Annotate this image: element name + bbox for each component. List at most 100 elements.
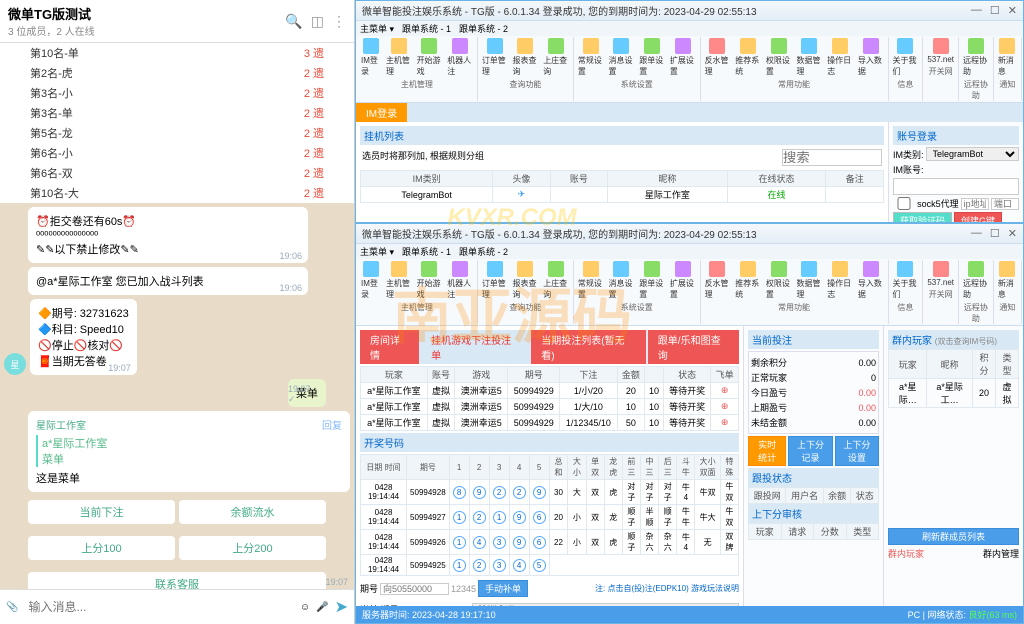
close-icon[interactable]: ✕ xyxy=(1008,4,1017,17)
toolbar: IM登录 主机管理 开始游戏 机器人注 主机管理 订单管理 报表查询 上庄查询 … xyxy=(356,259,1023,326)
chat-message-own: 菜单 19:07 ✓ xyxy=(288,379,326,407)
list-header: 挂机列表 xyxy=(360,126,884,145)
reply-card: 星际工作室回复 a*星际工作室 菜单 这是菜单 19:07 xyxy=(28,411,350,492)
tab-im-login[interactable]: IM登录 xyxy=(356,103,407,122)
menu-follow2[interactable]: 跟单系统 - 2 xyxy=(459,22,508,35)
tool-order[interactable]: 订单管理 xyxy=(480,37,510,78)
realtime-stats-button[interactable]: 实时统计 xyxy=(748,436,786,466)
telegram-icon: ✈ xyxy=(518,189,526,199)
tool-report[interactable]: 报表查询 xyxy=(511,37,541,78)
period-input[interactable] xyxy=(380,583,449,595)
topup-200-button[interactable]: 上分200 xyxy=(179,536,326,560)
titlebar: 微单智能投注娱乐系统 - TG版 - 6.0.1.34 登录成功, 您的到期时间… xyxy=(356,224,1023,244)
tool-normal-set[interactable]: 常规设置 xyxy=(576,37,606,78)
group-sidebar: 群内玩家 (双击查询IM号码) 玩家昵称积分类型 a*星际…a*星际工…20虚拟… xyxy=(883,326,1023,606)
tab-current[interactable]: 当期投注列表(暂无看) xyxy=(531,330,646,364)
socks5-checkbox[interactable] xyxy=(893,197,915,210)
emoji-icon[interactable]: ☺ xyxy=(300,602,310,613)
topup-100-button[interactable]: 上分100 xyxy=(28,536,175,560)
tool-banker[interactable]: 上庄查询 xyxy=(541,37,571,78)
search-icon[interactable]: 🔍 xyxy=(285,13,302,30)
sidebar-icon[interactable]: ◫ xyxy=(311,13,324,30)
table-row[interactable]: 0428 19:14:445099492512345 xyxy=(361,555,739,576)
updown-set-button[interactable]: 上下分设置 xyxy=(835,436,879,466)
lottery-table: 日期 时间期号12345总和大小单双龙虎前三中三后三斗牛大小 双面特殊 0428… xyxy=(360,454,739,576)
tool-robot[interactable]: 机器人注 xyxy=(445,37,475,78)
updown-record-button[interactable]: 上下分记录 xyxy=(788,436,832,466)
chat-header: 微单TG版测试 3 位成员，2 人在线 🔍 ◫ ⋮ xyxy=(0,0,354,43)
maximize-icon[interactable]: ☐ xyxy=(990,4,1000,17)
chat-input-area: 📎 ☺ 🎤 ➤ xyxy=(0,589,354,624)
close-icon[interactable]: ✕ xyxy=(1008,227,1017,240)
ranking-list: 第10名-单3 遗 第2名-虎2 遗 第3名-小2 遗 第3名-单2 遗 第5名… xyxy=(0,43,354,203)
chat-subtitle: 3 位成员，2 人在线 xyxy=(8,23,95,38)
maximize-icon[interactable]: ☐ xyxy=(990,227,1000,240)
im-type-select[interactable]: TelegramBot xyxy=(926,147,1020,161)
avatar-icon[interactable]: 星 xyxy=(4,353,26,375)
send-icon[interactable]: ➤ xyxy=(335,597,348,617)
balance-button[interactable]: 余额流水 xyxy=(179,500,326,524)
tool-start[interactable]: 开始游戏 xyxy=(415,37,445,78)
bet-current-button[interactable]: 当前下注 xyxy=(28,500,175,524)
host-table: IM类别头像账号昵称在线状态备注 TelegramBot✈星际工作室在线 xyxy=(360,170,884,203)
chat-message: @a*星际工作室 您已加入战斗列表 19:06 xyxy=(28,267,308,295)
minimize-icon[interactable]: — xyxy=(971,4,982,17)
tab-room[interactable]: 房间详情 xyxy=(360,330,419,364)
tool-msg-set[interactable]: 消息设置 xyxy=(607,37,637,78)
table-row[interactable]: a*星际工作室虚拟澳洲幸运5509949291/大/101010等待开奖⊕ xyxy=(361,399,739,415)
app-window-1: 微单智能投注娱乐系统 - TG版 - 6.0.1.34 登录成功, 您的到期时间… xyxy=(355,0,1024,223)
get-code-button[interactable]: 获取验证码 xyxy=(893,212,952,222)
im-account-input[interactable] xyxy=(893,178,1019,195)
titlebar: 微单智能投注娱乐系统 - TG版 - 6.0.1.34 登录成功, 您的到期时间… xyxy=(356,1,1023,21)
more-icon[interactable]: ⋮ xyxy=(332,13,346,30)
chat-panel: 微单TG版测试 3 位成员，2 人在线 🔍 ◫ ⋮ 第10名-单3 遗 第2名-… xyxy=(0,0,355,624)
tool-recommend[interactable]: 推荐系统 xyxy=(733,37,763,78)
manual-fill-button[interactable]: 手动补单 xyxy=(478,580,528,597)
tool-host[interactable]: 主机管理 xyxy=(384,37,414,78)
port-input[interactable] xyxy=(991,198,1019,210)
voice-icon[interactable]: 🎤 xyxy=(316,602,328,613)
table-row[interactable]: a*星际…a*星际工…20虚拟 xyxy=(889,379,1019,408)
tool-follow-set[interactable]: 跟单设置 xyxy=(637,37,667,78)
tool-data[interactable]: 数据管理 xyxy=(795,37,825,78)
tool-rebate[interactable]: 反水管理 xyxy=(703,37,733,78)
right-panel: 微单智能投注娱乐系统 - TG版 - 6.0.1.34 登录成功, 您的到期时间… xyxy=(355,0,1024,624)
tool-switch[interactable]: 537.net xyxy=(925,37,956,65)
tab-bet-list[interactable]: 挂机游戏下注投注单 xyxy=(421,330,529,364)
tool-auth[interactable]: 权限设置 xyxy=(764,37,794,78)
table-row[interactable]: 0428 19:14:44509949261439622小双虎顺子杂六杂六牛4无… xyxy=(361,530,739,555)
tool-news[interactable]: 新消息 xyxy=(996,37,1019,78)
attach-icon[interactable]: 📎 xyxy=(6,602,18,613)
status-bar: 服务器时间: 2023-04-28 19:17:10 PC | 网络状态: 良好… xyxy=(356,606,1023,623)
table-row[interactable]: 0428 19:14:44509949288922930大双虎对子对子对子牛4牛… xyxy=(361,480,739,505)
tool-ext-set[interactable]: 扩展设置 xyxy=(668,37,698,78)
minimize-icon[interactable]: — xyxy=(971,227,982,240)
tool-import[interactable]: 导入数据 xyxy=(856,37,886,78)
chat-message: 🔶期号: 32731623 🔷科目: Speed10 🚫停止🚫核对🚫 🧧当期无答… xyxy=(30,299,137,375)
table-row[interactable]: a*星际工作室虚拟澳洲幸运5509949291/12345/105010等待开奖… xyxy=(361,415,739,431)
search-input[interactable] xyxy=(782,149,882,166)
tool-remote[interactable]: 远程协助 xyxy=(961,37,991,78)
login-sidebar: 账号登录 IM类别:TelegramBot IM账号: sock5代理 获取验证… xyxy=(888,122,1023,222)
tool-log[interactable]: 操作日志 xyxy=(825,37,855,78)
table-row[interactable]: a*星际工作室虚拟澳洲幸运5509949291/小/202010等待开奖⊕ xyxy=(361,383,739,399)
bet-table: 玩家账号游戏期号下注金额状态飞单 a*星际工作室虚拟澳洲幸运5509949291… xyxy=(360,366,739,431)
app-window-2: 微单智能投注娱乐系统 - TG版 - 6.0.1.34 登录成功, 您的到期时间… xyxy=(355,223,1024,624)
menu-main[interactable]: 主菜单 ▾ xyxy=(360,22,394,35)
table-row[interactable]: TelegramBot✈星际工作室在线 xyxy=(361,187,884,203)
create-key-button[interactable]: 创建G键 xyxy=(954,212,1002,222)
refresh-members-button[interactable]: 刷新群成员列表 xyxy=(888,528,1019,545)
tab-bar: IM登录 xyxy=(356,103,1023,122)
ip-input[interactable] xyxy=(961,198,989,210)
table-row[interactable]: 0428 19:14:44509949271219620小双龙顺子半顺顺子牛牛牛… xyxy=(361,505,739,530)
tab-follow-query[interactable]: 跟单/乐和图查询 xyxy=(648,330,739,364)
menu-follow1[interactable]: 跟单系统 - 1 xyxy=(402,22,451,35)
stats-sidebar: 当前投注 剩余积分0.00 正常玩家0 今日盈亏0.00 上期盈亏0.00 未结… xyxy=(743,326,883,606)
chat-body[interactable]: ⏰拒交卷还有60s⏰ ᵒᵒᵒᵒᵒᵒᵒᵒᵒᵒᵒᵒᵒᵒᵒ ✎✎以下禁止修改✎✎ 19… xyxy=(0,203,354,589)
group-table: 玩家昵称积分类型 a*星际…a*星际工…20虚拟 xyxy=(888,349,1019,408)
contact-support-button[interactable]: 联系客服 xyxy=(28,572,326,589)
tool-im-login[interactable]: IM登录 xyxy=(359,37,383,78)
message-input[interactable] xyxy=(24,596,293,618)
chat-title: 微单TG版测试 xyxy=(8,4,95,23)
tool-about[interactable]: 关于我们 xyxy=(891,37,921,78)
